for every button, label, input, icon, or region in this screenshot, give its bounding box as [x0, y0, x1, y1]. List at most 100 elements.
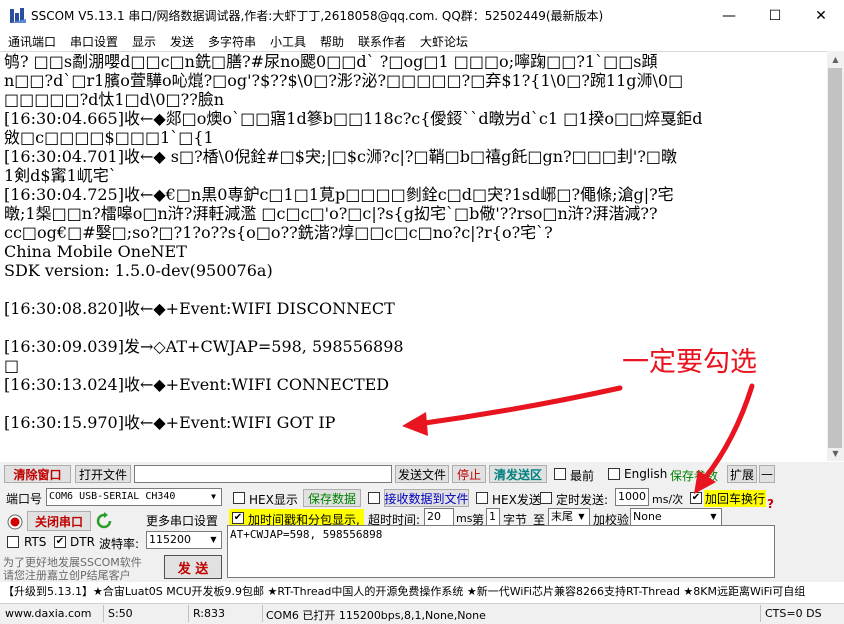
append-crlf-checkbox[interactable]: ✔ [690, 492, 702, 504]
open-file-button[interactable]: 打开文件 [75, 465, 131, 483]
baud-select-value: 115200 [149, 533, 191, 546]
save-params-button[interactable]: 保存参数 [670, 467, 718, 484]
menu-forum[interactable]: 大虾论坛 [420, 33, 468, 50]
refresh-icon[interactable] [95, 512, 113, 530]
hex-send-checkbox[interactable] [476, 492, 488, 504]
checksum-select[interactable]: None ▼ [630, 508, 722, 526]
chevron-down-icon: ▼ [210, 535, 217, 544]
minimize-button[interactable]: — [706, 0, 752, 31]
scroll-down-arrow-icon[interactable]: ▼ [827, 446, 844, 461]
receive-line: 暾;1椝□□n?檑嗥o□n浒?湃軠減濫 □c□c□'o?□c|?s{g抝宅`□b… [4, 204, 658, 223]
save-data-label: 保存数据 [307, 491, 356, 506]
recv-to-file-checkbox[interactable] [368, 492, 380, 504]
app-icon [10, 8, 26, 23]
receive-line [4, 318, 826, 337]
receive-line: SDK version: 1.5.0-dev(950076a) [4, 261, 273, 280]
expand-button[interactable]: 扩展 [727, 465, 757, 483]
append-crlf-label: 加回车换行 [704, 490, 767, 507]
clear-send-label: 清发送区 [493, 467, 542, 482]
receive-line: [16:30:08.820]收←◆+Event:WIFI DISCONNECT [4, 299, 395, 318]
timeout-input[interactable]: 20 [424, 508, 454, 526]
close-port-label: 关闭串口 [34, 514, 83, 529]
status-website[interactable]: www.daxia.com [5, 607, 92, 620]
baud-select[interactable]: 115200 ▼ [146, 531, 222, 549]
receive-line: 1剣d$寗1屼宅` [4, 166, 117, 185]
clear-send-button[interactable]: 清发送区 [489, 465, 547, 483]
checksum-select-value: None [633, 510, 662, 523]
byte-index-input[interactable]: 1 [486, 508, 500, 526]
menu-serial-settings[interactable]: 串口设置 [70, 33, 118, 50]
menu-multi-string[interactable]: 多字符串 [208, 33, 256, 50]
window-title: SSCOM V5.13.1 串口/网络数据调试器,作者:大虾丁丁,2618058… [31, 9, 604, 23]
interval-input[interactable]: 1000 [615, 488, 649, 506]
receive-line: [16:30:04.665]收←◆郯□o燠o`□□寤1d篸b□□118c?c{僾… [4, 109, 703, 128]
status-port-info: COM6 已打开 115200bps,8,1,None,None [266, 609, 486, 622]
to-select-value: 末尾 [551, 510, 573, 523]
close-port-button[interactable]: 关闭串口 [27, 511, 91, 531]
menu-comm-port[interactable]: 通讯端口 [8, 33, 56, 50]
send-file-button[interactable]: 发送文件 [395, 465, 449, 483]
scroll-thumb[interactable] [828, 68, 842, 448]
receive-line: cc□og€□#嫛□;so?□?1?o??s{o□o??銑湝?焞□□c□c□no… [4, 223, 553, 242]
collapse-button[interactable]: — [759, 465, 775, 483]
receive-line: n□□?d`□r1臏o萓驊o吣熴?□og'?$??$\0□?浵?泌?□□□□□?… [4, 71, 684, 90]
menu-tools[interactable]: 小工具 [270, 33, 306, 50]
file-path-input[interactable] [134, 465, 392, 483]
dtr-label: DTR [70, 535, 95, 549]
scroll-up-arrow-icon[interactable]: ▲ [827, 51, 844, 68]
close-button[interactable]: ✕ [798, 0, 844, 31]
english-checkbox[interactable] [608, 468, 620, 480]
recv-to-file-button[interactable]: 接收数据到文件 [384, 489, 469, 507]
status-divider [760, 605, 761, 622]
send-button[interactable]: 发 送 [164, 555, 222, 579]
topmost-label: 最前 [570, 469, 595, 483]
chevron-down-icon: ▼ [211, 492, 216, 501]
clear-window-button[interactable]: 清除窗口 [4, 465, 71, 483]
ad-ticker[interactable]: 【升级到5.13.1】★合宙Luat0S MCU开发板9.9包邮 ★RT-Thr… [0, 582, 844, 602]
hex-display-label: HEX显示 [249, 493, 298, 507]
menu-help[interactable]: 帮助 [320, 33, 344, 50]
to-select[interactable]: 末尾 ▼ [548, 508, 590, 526]
chevron-down-icon: ▼ [578, 512, 585, 521]
send-button-label: 发 送 [177, 561, 209, 577]
help-icon[interactable]: ? [767, 497, 774, 511]
receive-area[interactable]: 鸲? □□s劀淜嚶d□□c□n銑□膳?#尿no颸0□□d` ?□og□1 □□□… [0, 51, 827, 461]
recv-to-file-label: 接收数据到文件 [384, 491, 469, 506]
maximize-button[interactable]: ☐ [752, 0, 798, 31]
port-select[interactable]: COM6 USB-SERIAL CH340 ▼ [46, 488, 222, 506]
english-label: English [624, 467, 668, 481]
baud-label: 波特率: [99, 537, 140, 551]
save-data-button[interactable]: 保存数据 [303, 489, 361, 507]
receive-line: □□□□□?d忲1□d\0□??臉n [4, 90, 225, 109]
promo-line-2: 请您注册嘉立创P结尾客户 [3, 569, 131, 582]
port-status-red-icon [7, 514, 23, 530]
hex-send-label: HEX发送 [492, 493, 541, 507]
receive-line: [16:30:04.725]收←◆€□n黒0専鈩c□1□1莧p□□□□剼銓c□d… [4, 185, 674, 204]
rts-label: RTS [24, 535, 47, 549]
receive-line [4, 394, 826, 413]
receive-line: [16:30:15.970]收←◆+Event:WIFI GOT IP [4, 413, 336, 432]
menu-send[interactable]: 发送 [170, 33, 194, 50]
status-divider [103, 605, 104, 622]
port-select-value: COM6 USB-SERIAL CH340 [49, 491, 176, 502]
status-received-count: R:833 [193, 607, 226, 620]
dtr-checkbox[interactable]: ✔ [54, 536, 66, 548]
send-textarea[interactable]: AT+CWJAP=598, 598556898 [227, 525, 775, 578]
interval-unit-label: ms/次 [652, 493, 684, 506]
hex-display-checkbox[interactable] [233, 492, 245, 504]
menu-contact-author[interactable]: 联系作者 [358, 33, 406, 50]
timeout-unit-label: ms [456, 512, 473, 525]
receive-line [4, 280, 826, 299]
stop-button[interactable]: 停止 [452, 465, 486, 483]
timestamp-checkbox[interactable]: ✔ [232, 512, 244, 524]
clear-window-label: 清除窗口 [13, 467, 62, 482]
timed-send-label: 定时发送: [556, 493, 609, 507]
timed-send-checkbox[interactable] [540, 492, 552, 504]
topmost-checkbox[interactable] [554, 468, 566, 480]
more-serial-settings-button[interactable]: 更多串口设置 [146, 512, 218, 529]
receive-line: [16:30:04.701]收←◆ s□?楿\0倪銓#□$宊;|□$c浉?c|?… [4, 147, 678, 166]
menu-display[interactable]: 显示 [132, 33, 156, 50]
receive-line: 鸲? □□s劀淜嚶d□□c□n銑□膳?#尿no颸0□□d` ?□og□1 □□□… [4, 52, 658, 71]
rts-checkbox[interactable] [7, 536, 19, 548]
status-divider [262, 605, 263, 622]
